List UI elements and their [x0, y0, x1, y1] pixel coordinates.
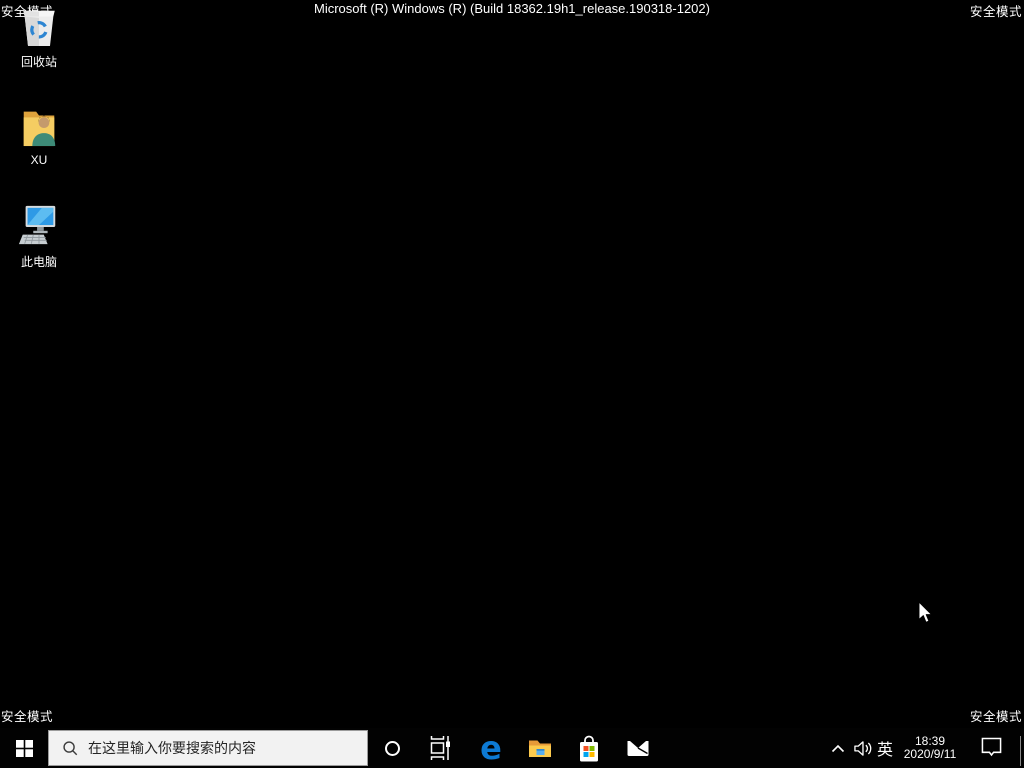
windows-logo-icon	[15, 739, 33, 757]
tray-hidden-icons-button[interactable]	[828, 728, 848, 768]
mail-button[interactable]	[615, 728, 661, 768]
user-folder-icon	[23, 111, 56, 147]
file-explorer-button[interactable]	[517, 728, 563, 768]
desktop-icon-this-pc[interactable]: 此电脑	[0, 204, 78, 270]
desktop-icon-label: 此电脑	[20, 255, 57, 269]
cortana-circle-icon	[384, 740, 400, 756]
task-view-icon	[430, 736, 450, 760]
folder-icon	[529, 740, 551, 757]
taskbar-search-box[interactable]	[48, 730, 368, 766]
windows-build-banner: Microsoft (R) Windows (R) (Build 18362.1…	[314, 1, 710, 16]
start-button[interactable]	[0, 728, 48, 768]
action-center-button[interactable]	[976, 728, 1006, 768]
chevron-up-icon	[831, 744, 845, 752]
task-view-button[interactable]	[417, 728, 463, 768]
desktop-icon-label: XU	[30, 153, 48, 167]
search-icon	[63, 740, 78, 755]
desktop-icon-label: 回收站	[20, 55, 57, 69]
recycle-bin-icon	[23, 10, 55, 47]
cortana-button[interactable]	[369, 728, 415, 768]
envelope-icon	[627, 740, 649, 756]
this-pc-icon	[18, 205, 56, 245]
desktop-icon-recycle-bin[interactable]: 回收站	[0, 4, 78, 70]
speaker-icon	[853, 740, 871, 756]
taskbar: e	[0, 728, 1024, 768]
safe-mode-label-bottom-left: 安全模式	[1, 710, 54, 724]
mouse-cursor	[918, 601, 932, 623]
store-bag-icon	[580, 735, 598, 761]
microsoft-store-button[interactable]	[566, 728, 612, 768]
tray-volume-button[interactable]	[850, 728, 874, 768]
show-desktop-divider	[1020, 735, 1021, 766]
search-input[interactable]	[88, 731, 367, 765]
tray-time: 18:39	[914, 733, 946, 748]
show-desktop-button[interactable]	[1017, 728, 1024, 768]
tray-date: 2020/9/11	[903, 747, 957, 761]
edge-e-icon: e	[480, 729, 502, 767]
notification-bubble-icon	[981, 737, 1001, 756]
safe-mode-label-bottom-right: 安全模式	[969, 710, 1022, 724]
desktop-icon-user-folder-xu[interactable]: XU	[0, 104, 78, 167]
tray-ime-indicator[interactable]: 英	[874, 728, 896, 768]
tray-clock[interactable]: 18:39 2020/9/11	[896, 728, 964, 768]
edge-button[interactable]: e	[468, 728, 514, 768]
